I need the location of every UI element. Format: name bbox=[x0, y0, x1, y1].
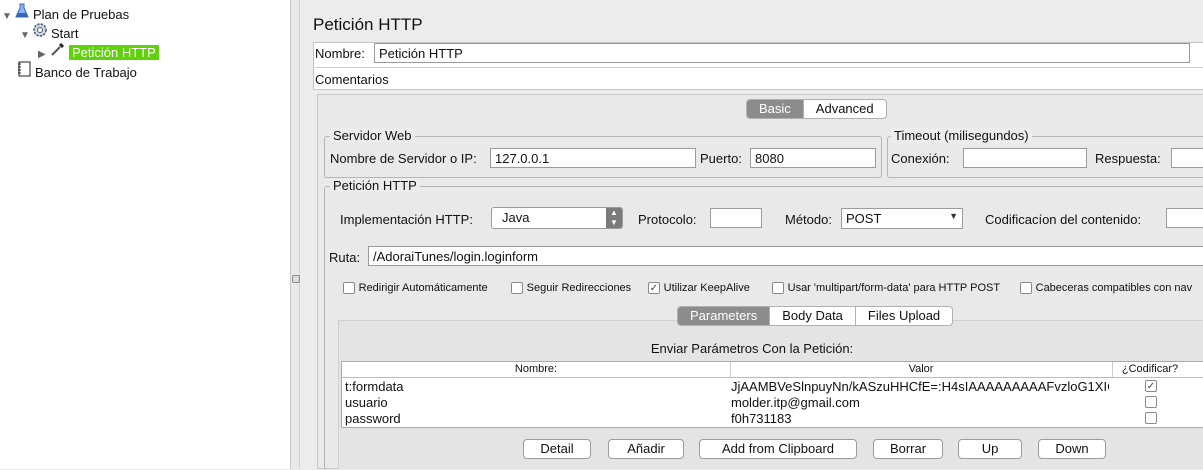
option-label: Usar 'multipart/form-data' para HTTP POS… bbox=[787, 282, 1001, 294]
timeout-legend: Timeout (milisegundos) bbox=[891, 128, 1032, 143]
port-label: Puerto: bbox=[700, 151, 742, 166]
table-row[interactable]: usuario molder.itp@gmail.com bbox=[342, 394, 1203, 410]
host-label: Nombre de Servidor o IP: bbox=[330, 151, 477, 166]
gear-icon bbox=[32, 22, 48, 43]
pipette-icon bbox=[50, 41, 66, 62]
add-from-clipboard-button[interactable]: Add from Clipboard bbox=[699, 439, 857, 459]
splitter-handle[interactable] bbox=[292, 275, 300, 283]
host-input[interactable]: 127.0.0.1 bbox=[490, 148, 696, 168]
checkbox[interactable] bbox=[772, 281, 784, 294]
tab-body-data[interactable]: Body Data bbox=[769, 307, 855, 325]
name-input[interactable]: Petición HTTP bbox=[374, 43, 1190, 63]
comments-label: Comentarios bbox=[315, 72, 389, 87]
page-title: Petición HTTP bbox=[313, 15, 423, 34]
tab-parameters[interactable]: Parameters bbox=[678, 307, 770, 325]
column-header-encode[interactable]: ¿Codificar? bbox=[1112, 363, 1188, 375]
tab-files-upload[interactable]: Files Upload bbox=[854, 307, 952, 325]
flask-icon bbox=[14, 3, 30, 24]
http-impl-label: Implementación HTTP: bbox=[340, 212, 473, 227]
basic-advanced-tabs: Basic Advanced bbox=[746, 99, 887, 119]
add-button[interactable]: Añadir bbox=[608, 439, 684, 459]
response-timeout-input[interactable] bbox=[1171, 148, 1203, 168]
tree-node-http-request[interactable]: ▶ Petición HTTP bbox=[38, 41, 159, 62]
http-impl-select[interactable]: Java ▲ ▼ bbox=[491, 207, 623, 229]
test-plan-tree[interactable]: ▼ Plan de Pruebas ▼ Start ▶ Petición HTTP B… bbox=[0, 0, 291, 469]
checkbox[interactable] bbox=[343, 281, 355, 294]
tree-node-start[interactable]: ▼ Start bbox=[20, 22, 79, 43]
option-label: Cabeceras compatibles con nav bbox=[1035, 282, 1193, 294]
encode-checkbox-checked[interactable]: ✓ bbox=[1145, 380, 1157, 392]
http-request-legend: Petición HTTP bbox=[330, 178, 420, 193]
up-button[interactable]: Up bbox=[958, 439, 1022, 459]
checkbox[interactable] bbox=[511, 281, 523, 294]
option-label: Seguir Redirecciones bbox=[526, 282, 632, 294]
parameters-table-title: Enviar Parámetros Con la Petición: bbox=[650, 341, 854, 356]
connect-timeout-label: Conexión: bbox=[891, 151, 950, 166]
splitter[interactable] bbox=[291, 0, 300, 469]
tree-node-workbench[interactable]: Banco de Trabajo bbox=[16, 61, 137, 82]
parameters-tabs: Parameters Body Data Files Upload bbox=[677, 306, 954, 326]
http-request-panel: Petición HTTP Nombre: Petición HTTP Come… bbox=[301, 0, 1203, 470]
path-input[interactable]: /AdoraiTunes/login.loginform bbox=[368, 246, 1203, 266]
param-name[interactable]: t:formdata bbox=[345, 379, 404, 394]
tree-node-label: Banco de Trabajo bbox=[35, 65, 137, 80]
column-header-value[interactable]: Valor bbox=[730, 363, 1112, 375]
parameters-table[interactable]: Nombre: Valor ¿Codificar? t:formdata JjA… bbox=[341, 361, 1203, 428]
option-multipart[interactable]: Usar 'multipart/form-data' para HTTP POS… bbox=[772, 279, 1000, 294]
option-follow-redirects-auto[interactable]: Redirigir Automáticamente bbox=[343, 279, 488, 294]
tree-node-label: Start bbox=[51, 26, 79, 41]
param-name[interactable]: password bbox=[345, 411, 401, 426]
option-browser-headers[interactable]: Cabeceras compatibles con nav bbox=[1020, 279, 1203, 294]
param-value[interactable]: molder.itp@gmail.com bbox=[731, 395, 860, 410]
name-label: Nombre: bbox=[315, 46, 365, 61]
tree-node-test-plan[interactable]: ▼ Plan de Pruebas bbox=[2, 3, 130, 24]
divider bbox=[313, 67, 1203, 68]
param-name[interactable]: usuario bbox=[345, 395, 388, 410]
option-label: Utilizar KeepAlive bbox=[663, 282, 750, 294]
connect-timeout-input[interactable] bbox=[963, 148, 1087, 168]
port-input[interactable]: 8080 bbox=[750, 148, 876, 168]
method-select[interactable]: POST ▼ bbox=[841, 208, 963, 229]
option-label: Redirigir Automáticamente bbox=[358, 282, 488, 294]
web-server-legend: Servidor Web bbox=[330, 128, 415, 143]
notebook-icon bbox=[16, 61, 32, 82]
tree-node-label: Petición HTTP bbox=[69, 45, 159, 60]
spinner-icon[interactable]: ▲ ▼ bbox=[606, 208, 622, 228]
option-follow-redirects[interactable]: Seguir Redirecciones bbox=[511, 279, 631, 294]
encode-checkbox[interactable] bbox=[1145, 396, 1157, 408]
tree-node-label: Plan de Pruebas bbox=[33, 7, 130, 22]
encoding-label: Codificacíon del contenido: bbox=[985, 212, 1142, 227]
delete-button[interactable]: Borrar bbox=[873, 439, 943, 459]
protocol-input[interactable] bbox=[710, 208, 762, 228]
protocol-label: Protocolo: bbox=[638, 212, 697, 227]
detail-button[interactable]: Detail bbox=[523, 439, 591, 459]
checkbox[interactable] bbox=[1020, 281, 1032, 294]
collapse-icon[interactable]: ▼ bbox=[2, 8, 14, 26]
checkbox-checked[interactable]: ✓ bbox=[648, 281, 660, 294]
encoding-input[interactable] bbox=[1166, 208, 1203, 228]
collapse-icon[interactable]: ▼ bbox=[20, 27, 32, 45]
down-button[interactable]: Down bbox=[1038, 439, 1106, 459]
option-keepalive[interactable]: ✓ Utilizar KeepAlive bbox=[648, 279, 750, 294]
param-value[interactable]: f0h731183 bbox=[731, 411, 792, 426]
param-value[interactable]: JjAAMBVeSlnpuyNn/kASzuHHCfE=:H4sIAAAAAAA… bbox=[731, 379, 1109, 394]
http-impl-value: Java bbox=[502, 210, 530, 225]
method-label: Método: bbox=[785, 212, 832, 227]
table-row[interactable]: password f0h731183 bbox=[342, 410, 1203, 426]
path-label: Ruta: bbox=[329, 250, 361, 265]
method-value: POST bbox=[846, 211, 882, 226]
column-header-name[interactable]: Nombre: bbox=[342, 363, 730, 375]
table-row[interactable]: t:formdata JjAAMBVeSlnpuyNn/kASzuHHCfE=:… bbox=[342, 378, 1203, 394]
chevron-down-icon[interactable]: ▼ bbox=[949, 211, 958, 221]
tab-advanced[interactable]: Advanced bbox=[802, 100, 886, 118]
table-header: Nombre: Valor ¿Codificar? bbox=[342, 362, 1203, 378]
response-timeout-label: Respuesta: bbox=[1095, 151, 1161, 166]
tab-basic[interactable]: Basic bbox=[747, 100, 803, 118]
encode-checkbox[interactable] bbox=[1145, 412, 1157, 424]
